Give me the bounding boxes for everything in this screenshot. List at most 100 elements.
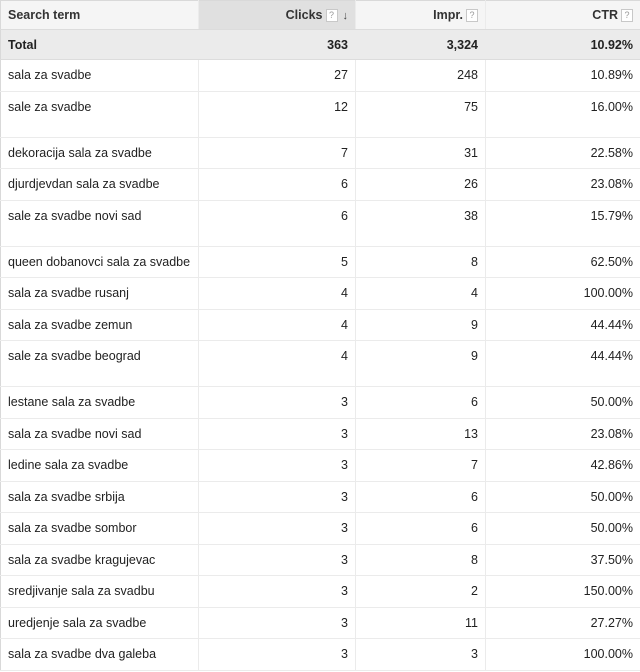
impressions-cell: 3: [355, 638, 486, 671]
ctr-cell: 16.00%: [485, 91, 640, 138]
search-term-cell: sala za svadbe srbija: [0, 481, 199, 513]
column-header-ctr[interactable]: CTR?: [485, 0, 640, 30]
table-row: sale za svadbe beograd 4 9 44.44%: [0, 340, 640, 387]
clicks-cell: 3: [198, 481, 356, 513]
impressions-cell: 11: [355, 607, 486, 639]
ctr-cell: 37.50%: [485, 544, 640, 576]
impressions-cell: 31: [355, 137, 486, 169]
ctr-cell: 42.86%: [485, 449, 640, 482]
column-label: CTR: [592, 8, 618, 22]
search-term-cell: djurdjevdan sala za svadbe: [0, 168, 199, 201]
table-row: sala za svadbe sombor 3 6 50.00%: [0, 512, 640, 545]
search-terms-table: Search term Clicks? ↓ Impr.? CTR? Total 3…: [0, 0, 640, 671]
table-row: sala za svadbe 27 248 10.89%: [0, 59, 640, 92]
clicks-cell: 3: [198, 575, 356, 608]
header-row: Search term Clicks? ↓ Impr.? CTR?: [0, 0, 640, 30]
ctr-cell: 44.44%: [485, 309, 640, 341]
impressions-cell: 13: [355, 418, 486, 450]
table-row: sala za svadbe novi sad 3 13 23.08%: [0, 418, 640, 450]
impressions-cell: 4: [355, 277, 486, 310]
table-row: djurdjevdan sala za svadbe 6 26 23.08%: [0, 168, 640, 201]
impressions-cell: 7: [355, 449, 486, 482]
search-term-cell: sala za svadbe novi sad: [0, 418, 199, 450]
column-label: Impr.: [433, 8, 463, 22]
help-icon[interactable]: ?: [466, 9, 478, 22]
ctr-cell: 23.08%: [485, 418, 640, 450]
sort-descending-icon: ↓: [342, 10, 349, 22]
ctr-cell: 22.58%: [485, 137, 640, 169]
clicks-cell: 3: [198, 512, 356, 545]
search-term-cell: lestane sala za svadbe: [0, 386, 199, 419]
impressions-cell: 248: [355, 59, 486, 92]
ctr-cell: 50.00%: [485, 512, 640, 545]
total-label: Total: [0, 29, 199, 60]
clicks-cell: 12: [198, 91, 356, 138]
table-row: dekoracija sala za svadbe 7 31 22.58%: [0, 137, 640, 169]
table-row: lestane sala za svadbe 3 6 50.00%: [0, 386, 640, 419]
clicks-cell: 4: [198, 277, 356, 310]
impressions-cell: 75: [355, 91, 486, 138]
table-row: ledine sala za svadbe 3 7 42.86%: [0, 449, 640, 482]
total-clicks: 363: [198, 29, 356, 60]
search-term-cell: ledine sala za svadbe: [0, 449, 199, 482]
help-icon[interactable]: ?: [621, 9, 633, 22]
impressions-cell: 8: [355, 246, 486, 278]
column-label: Search term: [8, 8, 81, 22]
clicks-cell: 27: [198, 59, 356, 92]
table-row: queen dobanovci sala za svadbe 5 8 62.50%: [0, 246, 640, 278]
column-header-impressions[interactable]: Impr.?: [355, 0, 486, 30]
table-row: sala za svadbe zemun 4 9 44.44%: [0, 309, 640, 341]
clicks-cell: 3: [198, 418, 356, 450]
clicks-cell: 7: [198, 137, 356, 169]
search-term-cell: sale za svadbe beograd: [0, 340, 199, 387]
ctr-cell: 62.50%: [485, 246, 640, 278]
search-term-cell: sale za svadbe: [0, 91, 199, 138]
column-header-clicks[interactable]: Clicks? ↓: [198, 0, 356, 30]
clicks-cell: 3: [198, 544, 356, 576]
ctr-cell: 100.00%: [485, 277, 640, 310]
ctr-cell: 44.44%: [485, 340, 640, 387]
search-term-cell: queen dobanovci sala za svadbe: [0, 246, 199, 278]
search-term-cell: dekoracija sala za svadbe: [0, 137, 199, 169]
clicks-cell: 3: [198, 638, 356, 671]
search-term-cell: sale za svadbe novi sad: [0, 200, 199, 247]
ctr-cell: 150.00%: [485, 575, 640, 608]
help-icon[interactable]: ?: [325, 9, 338, 22]
impressions-cell: 2: [355, 575, 486, 608]
search-term-cell: sala za svadbe sombor: [0, 512, 199, 545]
search-term-cell: sala za svadbe kragujevac: [0, 544, 199, 576]
clicks-cell: 3: [198, 386, 356, 419]
ctr-cell: 50.00%: [485, 386, 640, 419]
ctr-cell: 23.08%: [485, 168, 640, 201]
table-row: sala za svadbe dva galeba 3 3 100.00%: [0, 638, 640, 671]
impressions-cell: 9: [355, 340, 486, 387]
clicks-cell: 4: [198, 309, 356, 341]
table-row: sala za svadbe rusanj 4 4 100.00%: [0, 277, 640, 310]
clicks-cell: 4: [198, 340, 356, 387]
ctr-cell: 50.00%: [485, 481, 640, 513]
impressions-cell: 6: [355, 512, 486, 545]
ctr-cell: 100.00%: [485, 638, 640, 671]
table-row: sala za svadbe kragujevac 3 8 37.50%: [0, 544, 640, 576]
table-row: sredjivanje sala za svadbu 3 2 150.00%: [0, 575, 640, 608]
impressions-cell: 26: [355, 168, 486, 201]
search-term-cell: sala za svadbe zemun: [0, 309, 199, 341]
ctr-cell: 10.89%: [485, 59, 640, 92]
impressions-cell: 8: [355, 544, 486, 576]
total-impressions: 3,324: [355, 29, 486, 60]
total-row: Total 363 3,324 10.92%: [0, 29, 640, 60]
search-term-cell: sala za svadbe rusanj: [0, 277, 199, 310]
table-row: sala za svadbe srbija 3 6 50.00%: [0, 481, 640, 513]
clicks-cell: 6: [198, 200, 356, 247]
impressions-cell: 6: [355, 481, 486, 513]
column-header-search-term[interactable]: Search term: [0, 0, 199, 30]
table-row: sale za svadbe 12 75 16.00%: [0, 91, 640, 138]
ctr-cell: 27.27%: [485, 607, 640, 639]
search-term-cell: uredjenje sala za svadbe: [0, 607, 199, 639]
column-label: Clicks: [285, 8, 323, 22]
impressions-cell: 38: [355, 200, 486, 247]
search-term-cell: sala za svadbe: [0, 59, 199, 92]
search-term-cell: sredjivanje sala za svadbu: [0, 575, 199, 608]
clicks-cell: 3: [198, 449, 356, 482]
search-term-cell: sala za svadbe dva galeba: [0, 638, 199, 671]
